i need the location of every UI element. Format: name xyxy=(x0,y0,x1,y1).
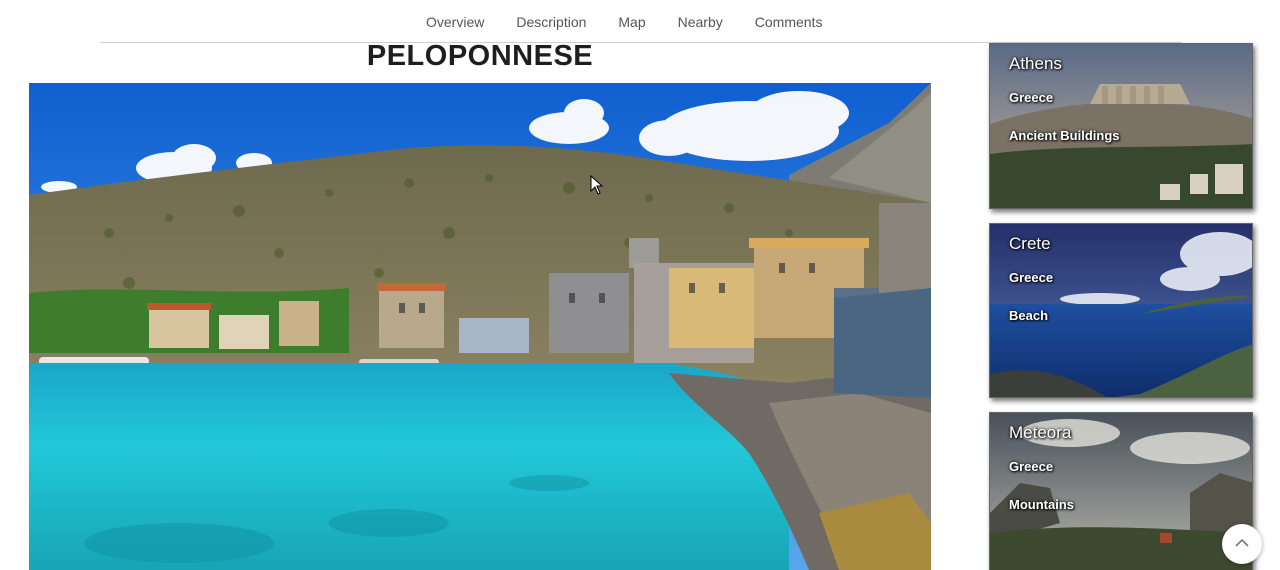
place-card-athens[interactable]: Athens Greece Ancient Buildings xyxy=(989,43,1253,209)
card-title: Crete xyxy=(1009,234,1051,253)
chevron-up-icon xyxy=(1235,538,1249,547)
card-country: Greece xyxy=(1009,270,1054,285)
section-nav-list: Overview Description Map Nearby Comments xyxy=(426,14,822,30)
place-card-meteora[interactable]: Meteora Greece Mountains xyxy=(989,412,1253,570)
tab-overview[interactable]: Overview xyxy=(426,14,484,30)
tab-map[interactable]: Map xyxy=(618,14,645,30)
card-title: Meteora xyxy=(1009,423,1072,442)
card-category: Beach xyxy=(1009,308,1049,323)
place-card-crete[interactable]: Crete Greece Beach xyxy=(989,223,1253,398)
hero-image xyxy=(29,83,931,570)
card-country: Greece xyxy=(1009,459,1054,474)
tab-description[interactable]: Description xyxy=(516,14,586,30)
tab-comments[interactable]: Comments xyxy=(755,14,823,30)
section-nav: Overview Description Map Nearby Comments xyxy=(0,0,1280,44)
card-country: Greece xyxy=(1009,90,1054,105)
scroll-top-button[interactable] xyxy=(1222,524,1262,564)
page-title: PELOPONNESE xyxy=(366,40,594,72)
card-category: Ancient Buildings xyxy=(1009,128,1120,143)
tab-nearby[interactable]: Nearby xyxy=(678,14,723,30)
card-category: Mountains xyxy=(1009,497,1074,512)
card-title: Athens xyxy=(1009,54,1062,73)
mouse-cursor-icon xyxy=(590,175,604,195)
